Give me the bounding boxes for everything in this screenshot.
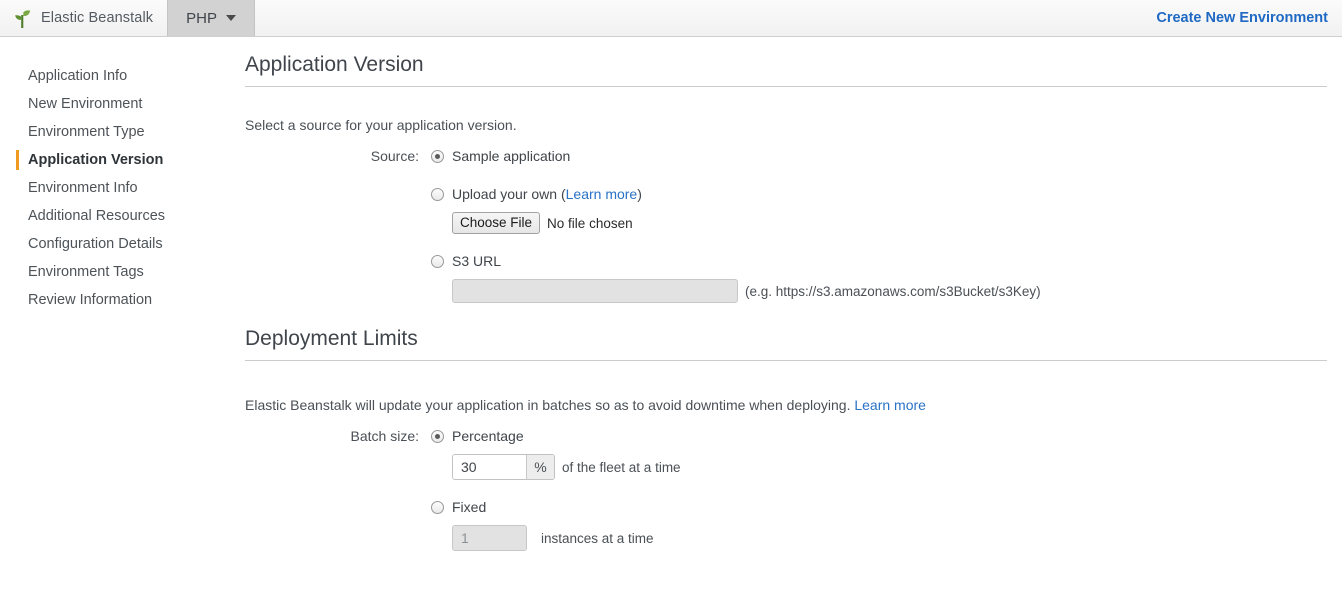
radio-label-s3-url: S3 URL — [452, 253, 502, 269]
upload-label-text: Upload your own ( — [452, 186, 566, 202]
choose-file-button[interactable]: Choose File — [452, 212, 541, 234]
brand-name: Elastic Beanstalk — [41, 10, 154, 26]
radio-percentage[interactable] — [431, 430, 444, 443]
batch-size-options: Percentage % of the fleet at a time Fixe… — [431, 427, 1327, 551]
radio-label-percentage: Percentage — [452, 428, 524, 444]
sidebar-item-environment-info[interactable]: Environment Info — [0, 174, 240, 202]
percent-sign-addon: % — [526, 455, 554, 479]
radio-fixed[interactable] — [431, 501, 444, 514]
file-upload-control: Choose File No file chosen — [431, 212, 1327, 234]
radio-label-fixed: Fixed — [452, 499, 487, 515]
upload-learn-more-link[interactable]: Learn more — [566, 186, 638, 202]
source-option-upload[interactable]: Upload your own (Learn more) — [431, 185, 1327, 204]
source-option-sample[interactable]: Sample application — [431, 147, 1327, 166]
radio-label-upload-your-own: Upload your own (Learn more) — [452, 185, 642, 204]
s3-url-input[interactable] — [452, 279, 738, 303]
sidebar-item-configuration-details[interactable]: Configuration Details — [0, 230, 240, 258]
sidebar-item-label: Application Info — [28, 68, 128, 84]
batch-size-label: Batch size: — [350, 428, 419, 444]
upload-label-close: ) — [637, 186, 642, 202]
create-new-environment-link[interactable]: Create New Environment — [1156, 0, 1342, 36]
batch-size-row: Batch size: Percentage % of the fleet at… — [245, 413, 1327, 551]
sidebar-item-application-version[interactable]: Application Version — [0, 146, 240, 174]
wizard-sidebar: Application Info New Environment Environ… — [0, 37, 240, 314]
app-header: Elastic Beanstalk PHP Create New Environ… — [0, 0, 1342, 37]
fixed-control: instances at a time — [431, 525, 1327, 551]
source-options: Sample application Upload your own (Lear… — [431, 147, 1327, 303]
main-content: Application Version Select a source for … — [240, 37, 1342, 551]
fixed-instances-input[interactable] — [452, 525, 527, 551]
sidebar-item-label: Additional Resources — [28, 208, 166, 224]
radio-sample-application[interactable] — [431, 150, 444, 163]
fixed-suffix: instances at a time — [541, 530, 654, 546]
percentage-input-group: % — [452, 454, 555, 480]
source-option-s3[interactable]: S3 URL — [431, 252, 1327, 271]
file-chosen-status: No file chosen — [547, 215, 633, 231]
brand[interactable]: Elastic Beanstalk — [0, 0, 167, 36]
sidebar-item-label: Environment Info — [28, 180, 138, 196]
sidebar-item-label: Review Information — [28, 292, 153, 308]
header-spacer — [255, 0, 1156, 36]
sidebar-item-environment-tags[interactable]: Environment Tags — [0, 258, 240, 286]
s3-url-control: (e.g. https://s3.amazonaws.com/s3Bucket/… — [431, 279, 1327, 303]
sidebar-item-new-environment[interactable]: New Environment — [0, 90, 240, 118]
batch-option-fixed[interactable]: Fixed — [431, 498, 1327, 517]
sidebar-item-label: New Environment — [28, 96, 143, 112]
radio-upload-your-own[interactable] — [431, 188, 444, 201]
platform-tab-label: PHP — [186, 9, 217, 27]
deployment-limits-lead: Elastic Beanstalk will update your appli… — [245, 361, 1327, 413]
percentage-control: % of the fleet at a time — [431, 454, 1327, 480]
sidebar-item-label: Configuration Details — [28, 236, 163, 252]
source-row: Source: Sample application Upload your o… — [245, 133, 1327, 303]
percentage-suffix: of the fleet at a time — [562, 459, 681, 475]
batch-option-percentage[interactable]: Percentage — [431, 427, 1327, 446]
sidebar-item-additional-resources[interactable]: Additional Resources — [0, 202, 240, 230]
sidebar-item-label: Application Version — [28, 152, 164, 168]
beanstalk-sprout-icon — [12, 7, 32, 29]
platform-tab-php[interactable]: PHP — [167, 0, 255, 36]
deployment-limits-lead-text: Elastic Beanstalk will update your appli… — [245, 397, 851, 413]
page-body: Application Info New Environment Environ… — [0, 37, 1342, 589]
source-label: Source: — [370, 148, 419, 164]
radio-s3-url[interactable] — [431, 255, 444, 268]
s3-url-hint: (e.g. https://s3.amazonaws.com/s3Bucket/… — [745, 283, 1041, 299]
page-title: Application Version — [245, 37, 1327, 87]
chevron-down-icon — [225, 15, 236, 21]
sidebar-item-review-information[interactable]: Review Information — [0, 286, 240, 314]
application-version-lead: Select a source for your application ver… — [245, 117, 517, 133]
sidebar-item-application-info[interactable]: Application Info — [0, 62, 240, 90]
sidebar-item-label: Environment Tags — [28, 264, 144, 280]
radio-label-sample-application: Sample application — [452, 148, 571, 164]
sidebar-item-environment-type[interactable]: Environment Type — [0, 118, 240, 146]
sidebar-item-label: Environment Type — [28, 124, 145, 140]
deployment-limits-title: Deployment Limits — [245, 303, 1327, 361]
percentage-input[interactable] — [453, 455, 526, 479]
deployment-limits-learn-more-link[interactable]: Learn more — [854, 397, 926, 413]
